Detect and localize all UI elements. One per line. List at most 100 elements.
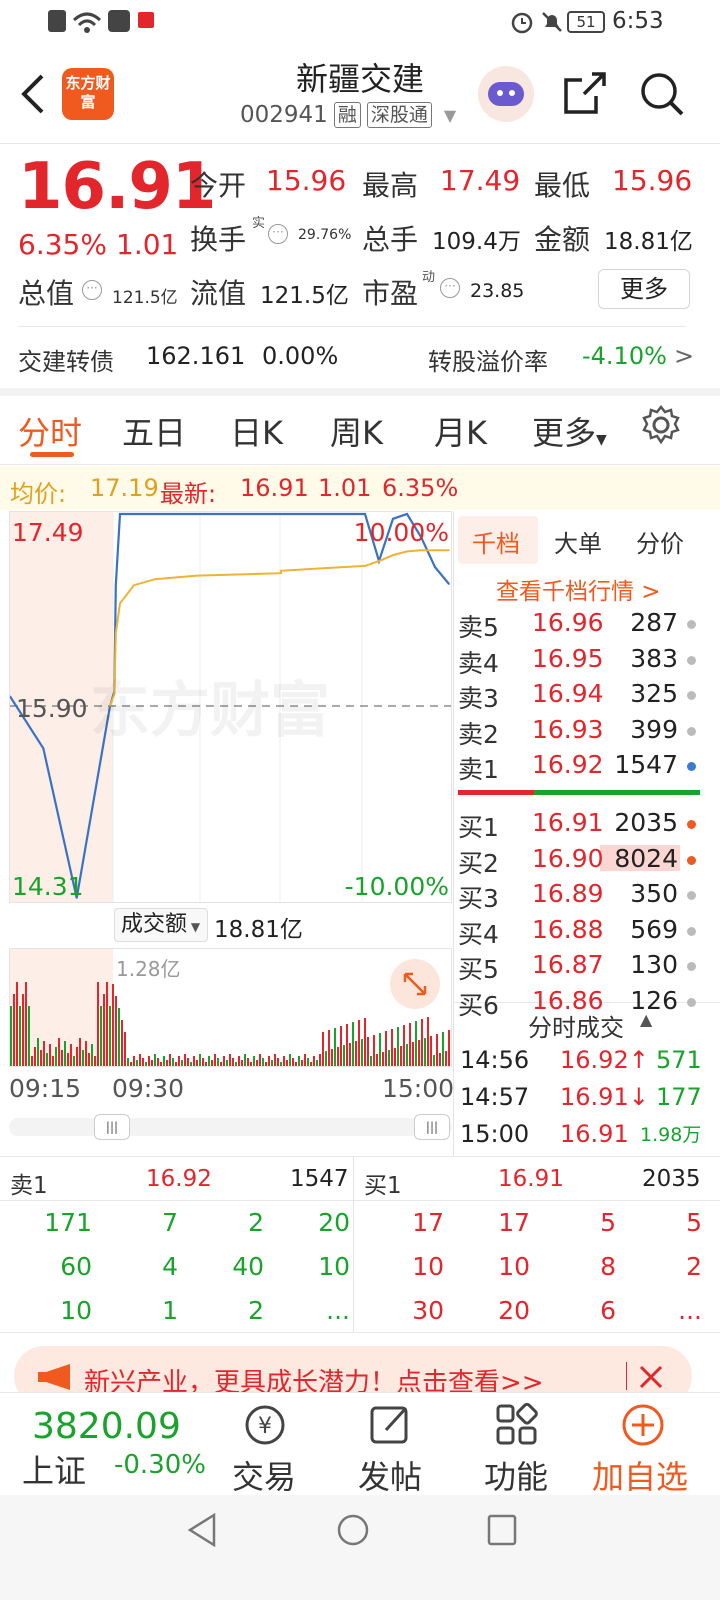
alert-icon (48, 10, 66, 32)
bid-level-row[interactable]: 买4 16.88 569 (458, 915, 700, 949)
tab-monthly-k[interactable]: 月K (434, 408, 487, 454)
ask-level-row[interactable]: 卖2 16.93 399 (458, 715, 700, 749)
more-button[interactable]: 更多 (598, 269, 690, 309)
close-icon[interactable] (638, 1364, 664, 1390)
volume-bar (307, 1058, 309, 1066)
info-icon[interactable]: ··· (440, 278, 460, 298)
mktcap-value: 121.5亿 (112, 288, 178, 308)
status-dot (687, 820, 696, 829)
bid-level-row[interactable]: 买3 16.89 350 (458, 879, 700, 913)
convertible-bond-row[interactable]: 交建转债 162.161 0.00% 转股溢价率 -4.10% > (0, 330, 720, 386)
bid-level-row[interactable]: 买2 16.90 8024 (458, 844, 700, 878)
volume-bar (274, 1054, 276, 1066)
volume-bar (178, 1056, 180, 1066)
ask-level-row[interactable]: 卖3 16.94 325 (458, 679, 700, 713)
volume-bar (73, 1056, 75, 1066)
trade-button[interactable]: ¥ 交易 (230, 1400, 300, 1496)
trade-time: 14:57 (460, 1083, 530, 1111)
volume-bar (142, 1058, 144, 1066)
buy-queue-cell: 10 (412, 1252, 444, 1281)
ask-level-row[interactable]: 卖1 16.92 1547 (458, 750, 700, 784)
functions-button[interactable]: 功能 (482, 1400, 552, 1496)
brand-logo[interactable]: 东方财富 (62, 68, 114, 120)
stock-header: 东方财富 新疆交建 002941 融 深股通 ▼ (0, 44, 720, 144)
tab-five-day[interactable]: 五日 (122, 408, 186, 454)
pct-axis-top: 10.00% (353, 518, 449, 547)
range-slider-right-handle[interactable]: ||| (414, 1114, 450, 1140)
info-icon[interactable]: ··· (268, 224, 288, 244)
buy-queue-cell: 5 (686, 1208, 702, 1237)
ask-level-row[interactable]: 卖4 16.95 383 (458, 644, 700, 678)
volume-bar (301, 1060, 303, 1066)
tab-big-orders[interactable]: 大单 (554, 524, 602, 559)
view-all-levels-link[interactable]: 查看千档行情 > (496, 572, 661, 606)
back-icon[interactable] (18, 72, 48, 116)
tab-price-distribution[interactable]: 分价 (636, 524, 684, 559)
volume-type-selector[interactable]: 成交额 ▼ (114, 908, 208, 942)
volume-bar (214, 1054, 216, 1066)
settings-gear-icon[interactable] (640, 404, 682, 446)
price-point (364, 565, 366, 567)
nav-recents-icon[interactable] (486, 1513, 518, 1547)
volume-bar (76, 1047, 78, 1066)
volume-bar (145, 1062, 147, 1066)
price-point (119, 602, 121, 605)
price-point (392, 554, 394, 556)
volume-bar (16, 982, 18, 1066)
intraday-chart[interactable]: 东方财富 17.49 15.90 14.31 10.00% -10.00% (9, 511, 452, 903)
buy-queue-cell: 17 (498, 1208, 530, 1237)
volume-chart: 1.28亿 (9, 948, 452, 1067)
ask-level-price: 16.94 (532, 679, 604, 708)
nav-back-icon[interactable] (186, 1513, 218, 1547)
tab-intraday[interactable]: 分时 (18, 408, 82, 454)
bid-level-row[interactable]: 买1 16.91 2035 (458, 808, 700, 842)
range-slider-track (9, 1118, 452, 1136)
volume-bar (253, 1056, 255, 1066)
volume-bar (343, 1045, 345, 1066)
post-button[interactable]: 发帖 (356, 1400, 426, 1496)
nav-home-icon[interactable] (336, 1513, 370, 1547)
bid-level-volume: 8024 (614, 843, 678, 873)
ask-level-price: 16.92 (532, 750, 604, 779)
price-point (364, 513, 366, 515)
volume-bar (310, 1062, 312, 1066)
volume-bar (199, 1054, 201, 1066)
buy-queue-cell: ... (678, 1296, 702, 1325)
bid-level-row[interactable]: 买6 16.86 126 (458, 986, 700, 1020)
alarm-icon (511, 12, 533, 34)
index-ticker[interactable]: 3820.09 上证 -0.30% (18, 1406, 218, 1490)
volume-bar (34, 1047, 36, 1066)
ask-level-row[interactable]: 卖5 16.96 287 (458, 608, 700, 642)
volume-bar (58, 1038, 60, 1066)
search-icon[interactable] (638, 70, 686, 118)
queue-buy-vol: 2035 (642, 1166, 701, 1192)
bid-level-price: 16.90 (532, 843, 604, 873)
tab-more[interactable]: 更多▼ (532, 408, 607, 454)
robot-assistant-icon[interactable] (478, 66, 534, 122)
expand-icon[interactable] (390, 959, 440, 1009)
ask-level-volume: 1547 (614, 750, 678, 779)
range-slider-left-handle[interactable]: ||| (94, 1114, 130, 1140)
info-icon[interactable]: ··· (82, 280, 102, 300)
volume-bar (382, 1052, 384, 1066)
tab-daily-k[interactable]: 日K (230, 408, 283, 454)
volume-bar (256, 1060, 258, 1066)
stock-code-line[interactable]: 002941 融 深股通 ▼ (240, 102, 456, 128)
bid-level-row[interactable]: 买5 16.87 130 (458, 950, 700, 984)
volume-bar (151, 1060, 153, 1066)
share-icon[interactable] (562, 70, 608, 116)
add-watchlist-button[interactable]: 加自选 (592, 1400, 702, 1496)
price-point (434, 549, 436, 552)
buy-queue-cell: 2 (686, 1252, 702, 1281)
volume-bar (67, 1053, 69, 1066)
volume-bar (337, 1047, 339, 1066)
tab-weekly-k[interactable]: 周K (330, 408, 383, 454)
status-dot (687, 762, 696, 771)
volume-bar (271, 1060, 273, 1066)
tab-thousand-levels[interactable]: 千档 (472, 524, 520, 559)
buy-queue-cell: 6 (600, 1296, 616, 1325)
price-point (406, 550, 408, 553)
avg-label: 均价: (10, 480, 67, 508)
amount-label: 金额 (534, 223, 591, 256)
bond-change: 0.00% (262, 342, 339, 370)
